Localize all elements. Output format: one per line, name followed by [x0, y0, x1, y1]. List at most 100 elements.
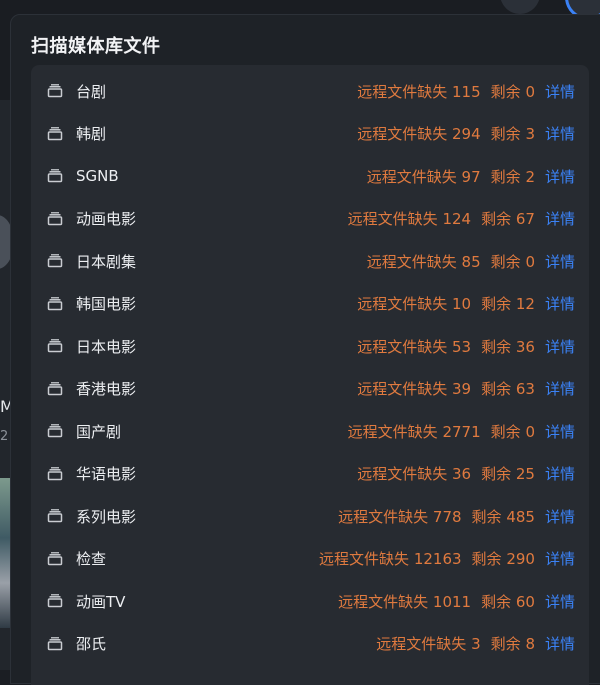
remaining-count: 剩余 63: [481, 378, 535, 399]
library-status: 远程文件缺失 85 剩余 0 详情: [367, 251, 575, 272]
remaining-count: 剩余 36: [481, 336, 535, 357]
missing-count: 远程文件缺失 115: [357, 81, 480, 102]
library-row-4: 动画电影 远程文件缺失 124 剩余 67 详情: [31, 198, 589, 240]
detail-link[interactable]: 详情: [545, 506, 575, 527]
missing-count: 远程文件缺失 12163: [319, 548, 462, 569]
library-row-12: 检查 远程文件缺失 12163 剩余 290 详情: [31, 538, 589, 580]
library-icon: [47, 297, 63, 311]
library-row-9: 国产剧 远程文件缺失 2771 剩余 0 详情: [31, 410, 589, 452]
missing-count: 远程文件缺失 97: [367, 166, 481, 187]
library-row-14: 邵氏 远程文件缺失 3 剩余 8 详情: [31, 623, 589, 665]
missing-count: 远程文件缺失 2771: [348, 421, 481, 442]
missing-count: 远程文件缺失 294: [357, 123, 480, 144]
detail-link[interactable]: 详情: [545, 548, 575, 569]
remaining-count: 剩余 8: [491, 633, 535, 654]
library-status: 远程文件缺失 294 剩余 3 详情: [357, 123, 575, 144]
library-icon: [47, 509, 63, 523]
missing-count: 远程文件缺失 39: [357, 378, 471, 399]
detail-link[interactable]: 详情: [545, 251, 575, 272]
library-status: 远程文件缺失 115 剩余 0 详情: [357, 81, 575, 102]
remaining-count: 剩余 0: [491, 251, 535, 272]
library-icon: [47, 84, 63, 98]
library-row-6: 韩国电影 远程文件缺失 10 剩余 12 详情: [31, 283, 589, 325]
remaining-count: 剩余 67: [481, 208, 535, 229]
library-name: 香港电影: [76, 378, 136, 399]
remaining-count: 剩余 2: [491, 166, 535, 187]
library-status: 远程文件缺失 10 剩余 12 详情: [357, 293, 575, 314]
missing-count: 远程文件缺失 3: [376, 633, 480, 654]
scan-library-dialog: 扫描媒体库文件 台剧 远程文件缺失 115 剩余 0 详情 韩剧 远程文件缺失 …: [10, 14, 600, 684]
library-status: 远程文件缺失 97 剩余 2 详情: [367, 166, 575, 187]
library-name: 台剧: [76, 81, 106, 102]
library-icon: [47, 127, 63, 141]
library-row-5: 日本剧集 远程文件缺失 85 剩余 0 详情: [31, 240, 589, 282]
library-status: 远程文件缺失 2771 剩余 0 详情: [348, 421, 575, 442]
library-name: 日本剧集: [76, 251, 136, 272]
library-name: 邵氏: [76, 633, 106, 654]
missing-count: 远程文件缺失 85: [367, 251, 481, 272]
missing-count: 远程文件缺失 778: [338, 506, 461, 527]
remaining-count: 剩余 60: [481, 591, 535, 612]
library-name: 检查: [76, 548, 106, 569]
library-name: 国产剧: [76, 421, 121, 442]
detail-link[interactable]: 详情: [545, 166, 575, 187]
remaining-count: 剩余 12: [481, 293, 535, 314]
library-status: 远程文件缺失 36 剩余 25 详情: [357, 463, 575, 484]
library-icon: [47, 254, 63, 268]
missing-count: 远程文件缺失 36: [357, 463, 471, 484]
dialog-title: 扫描媒体库文件: [31, 32, 161, 58]
library-status: 远程文件缺失 3 剩余 8 详情: [376, 633, 575, 654]
remaining-count: 剩余 25: [481, 463, 535, 484]
library-icon: [47, 169, 63, 183]
library-icon: [47, 424, 63, 438]
library-icon: [47, 552, 63, 566]
library-row-7: 日本电影 远程文件缺失 53 剩余 36 详情: [31, 325, 589, 367]
library-row-11: 系列电影 远程文件缺失 778 剩余 485 详情: [31, 495, 589, 537]
library-row-10: 华语电影 远程文件缺失 36 剩余 25 详情: [31, 453, 589, 495]
library-status: 远程文件缺失 12163 剩余 290 详情: [319, 548, 575, 569]
detail-link[interactable]: 详情: [545, 463, 575, 484]
library-name: 韩国电影: [76, 293, 136, 314]
detail-link[interactable]: 详情: [545, 293, 575, 314]
library-status: 远程文件缺失 1011 剩余 60 详情: [338, 591, 575, 612]
detail-link[interactable]: 详情: [545, 591, 575, 612]
remaining-count: 剩余 0: [491, 421, 535, 442]
detail-link[interactable]: 详情: [545, 378, 575, 399]
detail-link[interactable]: 详情: [545, 208, 575, 229]
remaining-count: 剩余 3: [491, 123, 535, 144]
library-status: 远程文件缺失 53 剩余 36 详情: [357, 336, 575, 357]
library-list: 台剧 远程文件缺失 115 剩余 0 详情 韩剧 远程文件缺失 294 剩余 3…: [31, 65, 589, 685]
library-row-2: 韩剧 远程文件缺失 294 剩余 3 详情: [31, 113, 589, 155]
detail-link[interactable]: 详情: [545, 123, 575, 144]
background-partial-subtext: 2: [0, 429, 8, 444]
missing-count: 远程文件缺失 1011: [338, 591, 471, 612]
library-icon: [47, 339, 63, 353]
library-row-1: 台剧 远程文件缺失 115 剩余 0 详情: [31, 70, 589, 112]
library-name: 系列电影: [76, 506, 136, 527]
library-name: 华语电影: [76, 463, 136, 484]
library-name: 韩剧: [76, 123, 106, 144]
library-icon: [47, 212, 63, 226]
background-poster-image: [0, 478, 10, 628]
remaining-count: 剩余 290: [472, 548, 535, 569]
detail-link[interactable]: 详情: [545, 421, 575, 442]
missing-count: 远程文件缺失 53: [357, 336, 471, 357]
detail-link[interactable]: 详情: [545, 336, 575, 357]
library-name: 日本电影: [76, 336, 136, 357]
library-row-8: 香港电影 远程文件缺失 39 剩余 63 详情: [31, 368, 589, 410]
remaining-count: 剩余 485: [472, 506, 535, 527]
library-status: 远程文件缺失 39 剩余 63 详情: [357, 378, 575, 399]
library-status: 远程文件缺失 124 剩余 67 详情: [348, 208, 575, 229]
detail-link[interactable]: 详情: [545, 81, 575, 102]
library-name: SGNB: [76, 167, 119, 185]
detail-link[interactable]: 详情: [545, 633, 575, 654]
library-row-3: SGNB 远程文件缺失 97 剩余 2 详情: [31, 155, 589, 197]
library-icon: [47, 637, 63, 651]
library-status: 远程文件缺失 778 剩余 485 详情: [338, 506, 575, 527]
library-icon: [47, 467, 63, 481]
library-name: 动画TV: [76, 591, 125, 612]
library-name: 动画电影: [76, 208, 136, 229]
remaining-count: 剩余 0: [491, 81, 535, 102]
library-icon: [47, 594, 63, 608]
library-icon: [47, 382, 63, 396]
